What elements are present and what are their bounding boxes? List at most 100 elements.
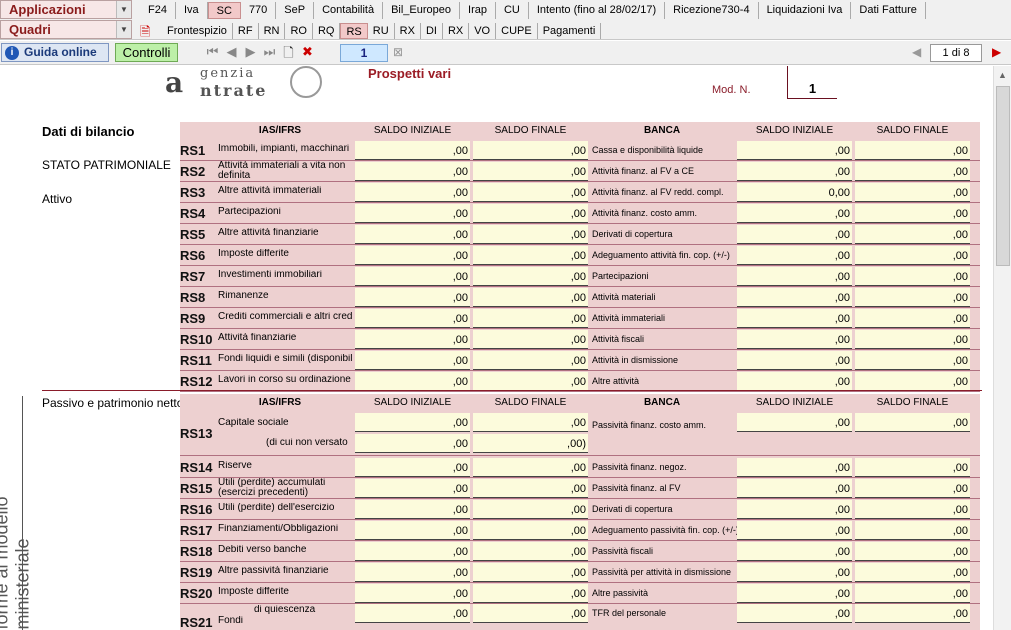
value-field[interactable]: ,00 [473, 500, 588, 519]
value-field[interactable]: ,00 [855, 372, 970, 391]
quadri-dropdown[interactable]: Quadri ▼ [0, 20, 132, 39]
subtab-3[interactable]: RO [285, 22, 313, 39]
pdf-icon[interactable]: 🗎 [140, 23, 158, 39]
controls-button[interactable]: Controlli [115, 43, 178, 62]
subtab-10[interactable]: VO [469, 22, 497, 39]
value-field[interactable]: ,00 [737, 372, 852, 391]
value-field[interactable]: ,00 [355, 542, 470, 561]
value-field[interactable]: ,00 [473, 479, 588, 498]
tab-1[interactable]: Iva [176, 2, 208, 19]
value-field[interactable]: ,00 [737, 413, 852, 432]
next-page-icon[interactable]: ▶ [992, 45, 1001, 59]
next-record-icon[interactable]: ▶ [243, 44, 258, 66]
first-record-icon[interactable]: ⏮ [205, 44, 220, 66]
value-field[interactable]: ,00 [737, 351, 852, 370]
value-field[interactable]: ,00 [855, 183, 970, 202]
tab-0[interactable]: F24 [140, 2, 176, 19]
value-field[interactable]: ,00 [737, 267, 852, 286]
value-field[interactable]: ,00 [355, 372, 470, 391]
value-field[interactable]: ,00 [855, 288, 970, 307]
subtab-0[interactable]: Frontespizio [162, 22, 233, 39]
value-field[interactable]: ,00 [855, 204, 970, 223]
tab-12[interactable]: Dati Fatture [851, 2, 926, 19]
close-record-icon[interactable]: ⊠ [393, 45, 403, 59]
value-field[interactable]: ,00 [737, 584, 852, 603]
value-field[interactable]: ,00 [855, 479, 970, 498]
value-field[interactable]: ,00 [355, 246, 470, 265]
value-field[interactable]: ,00 [737, 288, 852, 307]
value-field[interactable]: ,00 [473, 288, 588, 307]
value-field[interactable]: ,00 [737, 479, 852, 498]
value-field[interactable]: ,00 [737, 500, 852, 519]
value-field[interactable]: ,00 [737, 309, 852, 328]
value-field[interactable]: ,00 [737, 162, 852, 181]
value-field[interactable]: ,00 [473, 413, 588, 432]
tab-11[interactable]: Liquidazioni Iva [759, 2, 852, 19]
value-field[interactable]: ,00 [473, 141, 588, 160]
value-field[interactable]: ,00 [355, 413, 470, 432]
value-field[interactable]: ,00 [473, 225, 588, 244]
value-field[interactable]: ,00 [473, 267, 588, 286]
mod-number-field[interactable]: 1 [787, 66, 837, 99]
value-field[interactable]: ,00 [855, 563, 970, 582]
delete-record-icon[interactable]: ✖ [300, 44, 315, 66]
value-field[interactable]: ,00 [355, 225, 470, 244]
record-number-input[interactable]: 1 [340, 44, 388, 62]
value-field[interactable]: ,00 [355, 183, 470, 202]
subtab-2[interactable]: RN [259, 22, 286, 39]
value-field[interactable]: ,00 [355, 309, 470, 328]
tab-3[interactable]: 770 [241, 2, 277, 19]
subtab-11[interactable]: CUPE [496, 22, 538, 39]
value-field[interactable]: ,00 [355, 458, 470, 477]
value-field[interactable]: ,00 [355, 584, 470, 603]
value-field[interactable]: ,00 [855, 413, 970, 432]
value-field[interactable]: ,00 [355, 330, 470, 349]
value-field[interactable]: ,00 [473, 330, 588, 349]
tab-4[interactable]: SeP [276, 2, 315, 19]
value-field[interactable]: ,00 [473, 372, 588, 391]
value-field[interactable]: ,00 [355, 521, 470, 540]
scroll-up-icon[interactable]: ▲ [998, 70, 1007, 80]
scrollbar-thumb[interactable] [996, 86, 1010, 266]
vertical-scrollbar[interactable]: ▲ [993, 66, 1011, 630]
value-field[interactable]: ,00 [855, 225, 970, 244]
subtab-4[interactable]: RQ [313, 22, 341, 39]
prev-record-icon[interactable]: ◀ [224, 44, 239, 66]
value-field[interactable]: ,00 [355, 434, 470, 453]
value-field[interactable]: ,00 [855, 246, 970, 265]
tab-6[interactable]: Bil_Europeo [383, 2, 461, 19]
value-field[interactable]: ,00 [737, 204, 852, 223]
value-field[interactable]: ,00 [737, 604, 852, 623]
value-field[interactable]: ,00 [737, 225, 852, 244]
value-field[interactable]: ,00 [737, 330, 852, 349]
value-field[interactable]: ,00 [737, 141, 852, 160]
value-field[interactable]: ,00 [855, 351, 970, 370]
applications-dropdown[interactable]: Applicazioni ▼ [0, 0, 132, 19]
tab-10[interactable]: Ricezione730-4 [665, 2, 759, 19]
tab-5[interactable]: Contabilità [314, 2, 384, 19]
subtab-7[interactable]: RX [395, 22, 421, 39]
subtab-12[interactable]: Pagamenti [538, 22, 602, 39]
chevron-down-icon[interactable]: ▼ [116, 1, 131, 18]
value-field[interactable]: 0,00 [737, 183, 852, 202]
value-field[interactable]: ,00 [355, 563, 470, 582]
tab-7[interactable]: Irap [460, 2, 496, 19]
value-field[interactable]: ,00 [473, 542, 588, 561]
value-field[interactable]: ,00 [473, 584, 588, 603]
value-field[interactable]: ,00 [473, 162, 588, 181]
value-field[interactable]: ,00 [355, 288, 470, 307]
value-field[interactable]: ,00 [855, 521, 970, 540]
value-field[interactable]: ,00 [855, 162, 970, 181]
value-field[interactable]: ,00 [473, 309, 588, 328]
value-field[interactable]: ,00 [855, 141, 970, 160]
value-field[interactable]: ,00 [355, 267, 470, 286]
value-field[interactable]: ,00 [855, 267, 970, 286]
value-field[interactable]: ,00 [355, 141, 470, 160]
value-field[interactable]: ,00 [473, 458, 588, 477]
value-field[interactable]: ,00 [473, 563, 588, 582]
prev-page-icon[interactable]: ◀ [912, 45, 921, 59]
chevron-down-icon[interactable]: ▼ [116, 21, 131, 38]
value-field[interactable]: ,00 [855, 309, 970, 328]
last-record-icon[interactable]: ⏭ [262, 44, 277, 66]
value-field[interactable]: ,00 [737, 542, 852, 561]
